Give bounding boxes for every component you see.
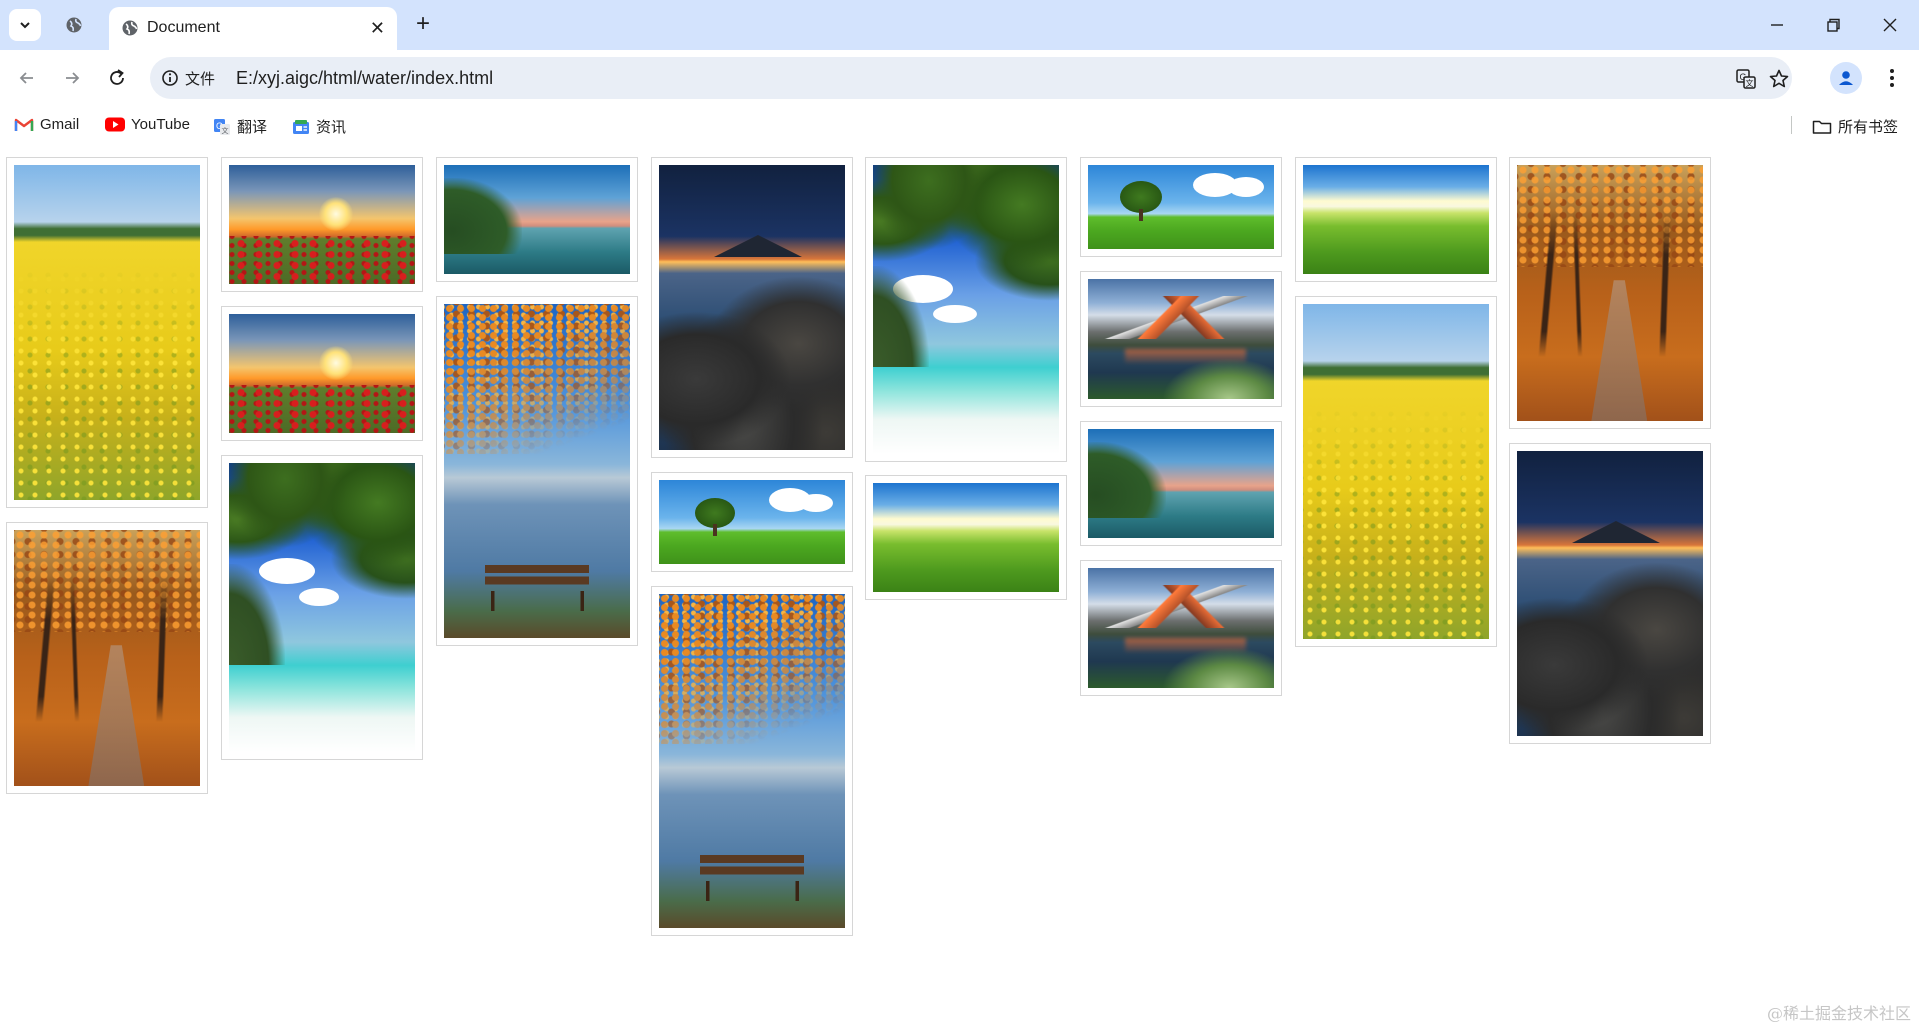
gallery-item[interactable]	[6, 157, 208, 508]
mountain-lake-image	[1088, 279, 1274, 399]
bookmark-gmail[interactable]: Gmail	[14, 116, 79, 133]
globe-icon	[66, 17, 82, 33]
folder-icon	[1812, 120, 1832, 134]
mountain-lake-image	[1088, 568, 1274, 688]
gallery-item[interactable]	[1080, 560, 1282, 696]
lake-dawn-image	[1088, 429, 1274, 538]
youtube-icon	[105, 117, 125, 132]
night-sea-rocks-image	[659, 165, 845, 450]
gallery-item[interactable]	[221, 306, 423, 441]
gallery-item[interactable]	[865, 475, 1067, 600]
leaf-beach-image	[873, 165, 1059, 454]
gallery-item[interactable]	[436, 296, 638, 646]
night-sea-rocks-image	[1517, 451, 1703, 736]
gmail-icon	[14, 118, 34, 131]
bookmarks-bar: Gmail YouTube G文 翻译 资讯 所有书签	[0, 108, 1919, 142]
watermark-text: @稀土掘金技术社区	[1766, 1004, 1911, 1023]
info-icon	[162, 70, 178, 86]
gallery-item[interactable]	[651, 586, 853, 936]
page-content: @稀土掘金技术社区	[0, 142, 1919, 1030]
tree-meadow-image	[659, 480, 845, 564]
green-field-image	[1303, 165, 1489, 274]
all-bookmarks-button[interactable]: 所有书签	[1812, 116, 1898, 137]
chevron-down-icon	[20, 22, 30, 29]
site-info-button[interactable]: 文件	[161, 66, 215, 90]
globe-button[interactable]	[58, 9, 90, 41]
bookmark-news[interactable]: 资讯	[292, 116, 346, 137]
lake-dawn-image	[444, 165, 630, 274]
autumn-bench-image	[659, 594, 845, 928]
address-bar[interactable]: 文件 E:/xyj.aigc/html/water/index.html G文	[150, 57, 1792, 99]
bookmark-label: 翻译	[237, 119, 268, 136]
gallery-item[interactable]	[1295, 296, 1497, 647]
reload-icon	[110, 69, 124, 85]
svg-text:文: 文	[222, 126, 229, 135]
bookmark-label: 资讯	[316, 119, 347, 136]
sunset-poppies-image	[229, 165, 415, 284]
back-button[interactable]	[11, 62, 43, 94]
star-icon[interactable]	[1767, 67, 1791, 91]
bookmark-label: YouTube	[131, 116, 190, 133]
close-tab-icon[interactable]: ✕	[370, 18, 385, 39]
gallery-item[interactable]	[651, 157, 853, 458]
sunset-poppies-image	[229, 314, 415, 433]
person-icon	[1839, 71, 1853, 85]
tab-title: Document	[147, 19, 220, 36]
gallery-item[interactable]	[436, 157, 638, 282]
leaf-beach-image	[229, 463, 415, 752]
minimize-button[interactable]	[1765, 13, 1789, 37]
bookmark-translate[interactable]: G文 翻译	[213, 116, 267, 137]
arrow-left-icon	[19, 72, 33, 84]
tree-meadow-image	[1088, 165, 1274, 249]
bookmark-youtube[interactable]: YouTube	[105, 116, 190, 133]
gallery-item[interactable]	[865, 157, 1067, 462]
url-text[interactable]: E:/xyj.aigc/html/water/index.html	[236, 68, 493, 89]
news-icon	[293, 119, 309, 134]
tab-search-button[interactable]	[9, 9, 41, 41]
arrow-right-icon	[66, 72, 80, 84]
translate-icon[interactable]: G文	[1734, 67, 1758, 91]
forward-button[interactable]	[56, 62, 88, 94]
canola-field-image	[14, 165, 200, 500]
bookmarks-separator	[1791, 116, 1792, 134]
gallery-item[interactable]	[6, 522, 208, 794]
more-vertical-icon	[1890, 69, 1894, 87]
gallery-item[interactable]	[1080, 421, 1282, 546]
bookmark-label: Gmail	[40, 116, 80, 133]
autumn-bench-image	[444, 304, 630, 638]
profile-button[interactable]	[1830, 62, 1862, 94]
globe-icon	[121, 19, 139, 42]
title-bar: Document ✕ +	[0, 0, 1919, 50]
restore-button[interactable]	[1821, 13, 1845, 37]
gallery-item[interactable]	[651, 472, 853, 572]
autumn-path-image	[14, 530, 200, 786]
minimize-icon	[1771, 24, 1783, 26]
tab-document[interactable]: Document ✕	[109, 7, 397, 50]
close-window-button[interactable]	[1878, 13, 1902, 37]
restore-icon	[1827, 18, 1840, 32]
gallery-item[interactable]	[1509, 157, 1711, 429]
green-field-image	[873, 483, 1059, 592]
all-bookmarks-label: 所有书签	[1838, 119, 1899, 136]
reload-button[interactable]	[101, 62, 133, 94]
gallery-item[interactable]	[221, 455, 423, 760]
security-label: 文件	[185, 70, 216, 88]
gallery-item[interactable]	[1509, 443, 1711, 744]
menu-button[interactable]	[1880, 62, 1904, 94]
gallery-item[interactable]	[1080, 271, 1282, 407]
toolbar: 文件 E:/xyj.aigc/html/water/index.html G文	[0, 50, 1919, 108]
gallery-item[interactable]	[1295, 157, 1497, 282]
close-icon	[1883, 18, 1897, 32]
gallery-item[interactable]	[1080, 157, 1282, 257]
google-translate-icon: G文	[214, 118, 230, 135]
autumn-path-image	[1517, 165, 1703, 421]
canola-field-image	[1303, 304, 1489, 639]
new-tab-button[interactable]: +	[409, 11, 437, 39]
svg-text:文: 文	[1746, 78, 1754, 88]
gallery-item[interactable]	[221, 157, 423, 292]
